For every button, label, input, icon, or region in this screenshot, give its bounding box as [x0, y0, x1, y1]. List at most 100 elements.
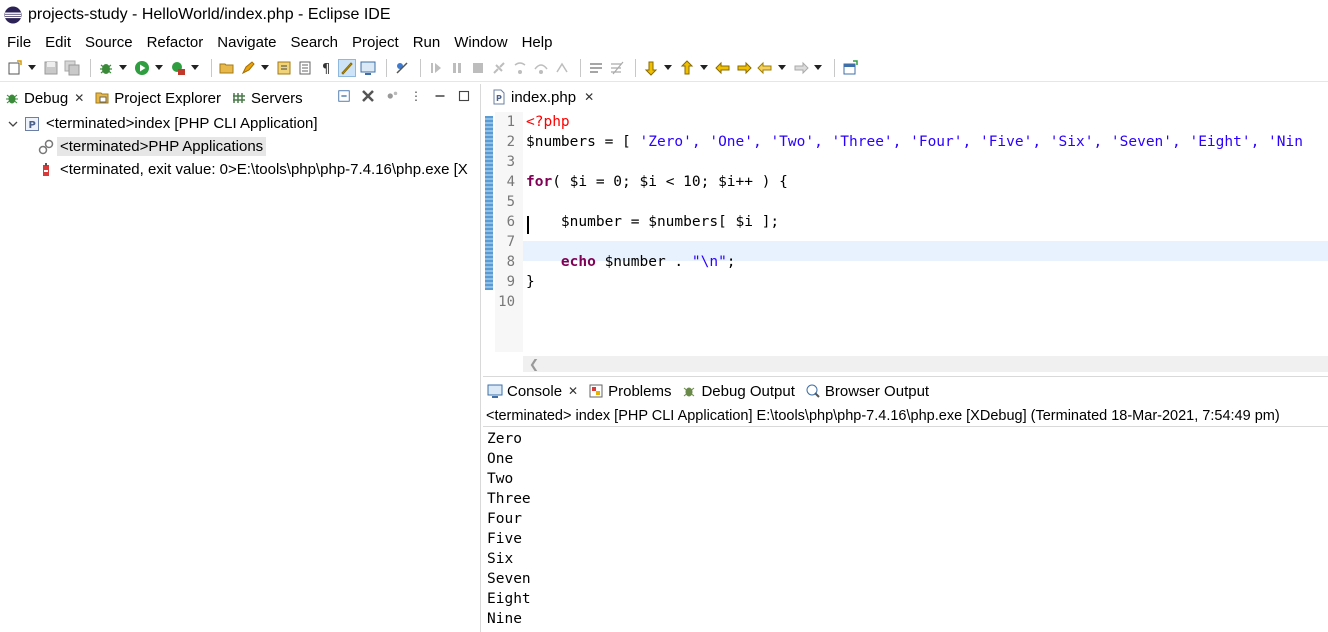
open-type-icon[interactable]: [275, 59, 293, 77]
open-perspective-icon[interactable]: [841, 59, 859, 77]
text-caret: [527, 216, 529, 234]
tab-console[interactable]: Console ✕: [487, 383, 578, 400]
scroll-left-icon[interactable]: ❮: [529, 357, 539, 371]
forward-edit-icon[interactable]: [735, 59, 753, 77]
code-editor[interactable]: 1 2 3 4 5 6 7 8 9 10 <?php $numbers = [ …: [483, 112, 1328, 372]
menu-run[interactable]: Run: [413, 34, 441, 51]
close-icon[interactable]: ✕: [568, 384, 578, 398]
line-number: 9: [506, 274, 515, 290]
line-number: 6: [506, 214, 515, 230]
line-number: 7: [506, 234, 515, 250]
step-into-icon[interactable]: [511, 59, 529, 77]
view-menu-icon[interactable]: ⋮: [408, 88, 424, 104]
rocket-dropdown[interactable]: [260, 59, 269, 77]
tab-index-php[interactable]: P index.php ✕: [487, 85, 601, 111]
line-number: 2: [506, 134, 515, 150]
step-over-icon[interactable]: [532, 59, 550, 77]
menu-help[interactable]: Help: [522, 34, 553, 51]
task-list-icon[interactable]: [296, 59, 314, 77]
resume-icon[interactable]: [427, 59, 445, 77]
new-dropdown[interactable]: [27, 59, 36, 77]
console-view-icon[interactable]: [359, 59, 377, 77]
toolbar-separator: [90, 58, 91, 77]
maximize-icon[interactable]: [456, 88, 472, 104]
gear-icon[interactable]: [384, 88, 400, 104]
left-tab-bar: Debug ✕ Project Explorer Servers ⋮: [0, 84, 480, 112]
next-annotation-dropdown[interactable]: [663, 59, 672, 77]
external-tools-dropdown[interactable]: [190, 59, 199, 77]
line-number: 10: [498, 294, 515, 310]
run-dropdown[interactable]: [154, 59, 163, 77]
tab-servers[interactable]: Servers: [231, 90, 303, 107]
external-tools-icon[interactable]: [169, 59, 187, 77]
tree-item[interactable]: <terminated, exit value: 0>E:\tools\php\…: [0, 158, 480, 181]
editor-tab-bar: P index.php ✕: [483, 84, 1328, 112]
menu-source[interactable]: Source: [85, 34, 133, 51]
console-output[interactable]: Zero One Two Three Four Five Six Seven E…: [483, 427, 1328, 629]
step-return-icon[interactable]: [553, 59, 571, 77]
menu-edit[interactable]: Edit: [45, 34, 71, 51]
chevron-down-icon[interactable]: [6, 119, 20, 129]
next-annotation-icon[interactable]: [642, 59, 660, 77]
menu-project[interactable]: Project: [352, 34, 399, 51]
console-area: Console ✕ Problems Debug Output Browser …: [483, 376, 1328, 632]
line-number: 3: [506, 154, 515, 170]
skip-breakpoints-icon[interactable]: [393, 59, 411, 77]
save-icon[interactable]: [42, 59, 60, 77]
process-icon: [38, 162, 54, 178]
code-line: }: [526, 274, 535, 290]
tree-item[interactable]: <terminated>PHP Applications: [0, 135, 480, 158]
horizontal-scrollbar[interactable]: ❮: [523, 356, 1328, 372]
menu-search[interactable]: Search: [290, 34, 338, 51]
tab-debug-label: Debug: [24, 89, 69, 107]
code-line: echo $number . "\n";: [526, 254, 736, 270]
console-output-line: Four: [487, 511, 522, 527]
save-all-icon[interactable]: [63, 59, 81, 77]
toolbar-separator: [834, 58, 835, 77]
forward-icon[interactable]: [792, 59, 810, 77]
line-number: 4: [506, 174, 515, 190]
window-title: projects-study - HelloWorld/index.php - …: [28, 6, 391, 23]
collapse-all-icon[interactable]: [336, 88, 352, 104]
open-folder-icon[interactable]: [218, 59, 236, 77]
menu-file[interactable]: File: [7, 34, 31, 51]
debug-run-icon[interactable]: [97, 59, 115, 77]
menu-navigate[interactable]: Navigate: [217, 34, 276, 51]
debug-dropdown[interactable]: [118, 59, 127, 77]
remove-all-terminated-icon[interactable]: [360, 88, 376, 104]
use-step-filters-icon[interactable]: [587, 59, 605, 77]
rocket-icon[interactable]: [239, 59, 257, 77]
pilcrow-icon[interactable]: ¶: [317, 59, 335, 77]
tab-browser-output[interactable]: Browser Output: [805, 383, 929, 400]
menu-refactor[interactable]: Refactor: [147, 34, 204, 51]
tab-debug[interactable]: Debug ✕: [4, 90, 84, 107]
tab-problems[interactable]: Problems: [588, 383, 671, 400]
console-icon: [487, 383, 503, 399]
minimize-icon[interactable]: [432, 88, 448, 104]
back-icon[interactable]: [756, 59, 774, 77]
run-icon[interactable]: [133, 59, 151, 77]
forward-dropdown[interactable]: [813, 59, 822, 77]
title-bar: projects-study - HelloWorld/index.php - …: [0, 0, 1328, 30]
suspend-icon[interactable]: [448, 59, 466, 77]
line-number: 8: [506, 254, 515, 270]
close-icon[interactable]: ✕: [584, 90, 594, 104]
tab-debug-output[interactable]: Debug Output: [681, 383, 795, 400]
drop-to-frame-icon[interactable]: [608, 59, 626, 77]
menu-bar: File Edit Source Refactor Navigate Searc…: [0, 30, 1328, 54]
tab-project-explorer[interactable]: Project Explorer: [94, 90, 221, 107]
terminate-icon[interactable]: [469, 59, 487, 77]
disconnect-icon[interactable]: [490, 59, 508, 77]
mark-occurrences-icon[interactable]: [338, 58, 356, 77]
change-ruler: [485, 116, 493, 290]
code-token: ;: [726, 254, 736, 270]
close-icon[interactable]: ✕: [74, 91, 84, 105]
new-icon[interactable]: [6, 59, 24, 77]
main-toolbar: ¶: [0, 54, 1328, 82]
menu-window[interactable]: Window: [454, 34, 507, 51]
back-dropdown[interactable]: [777, 59, 786, 77]
tree-item[interactable]: P <terminated>index [PHP CLI Application…: [0, 112, 480, 135]
last-edit-location-icon[interactable]: [714, 59, 732, 77]
previous-annotation-dropdown[interactable]: [699, 59, 708, 77]
previous-annotation-icon[interactable]: [678, 59, 696, 77]
